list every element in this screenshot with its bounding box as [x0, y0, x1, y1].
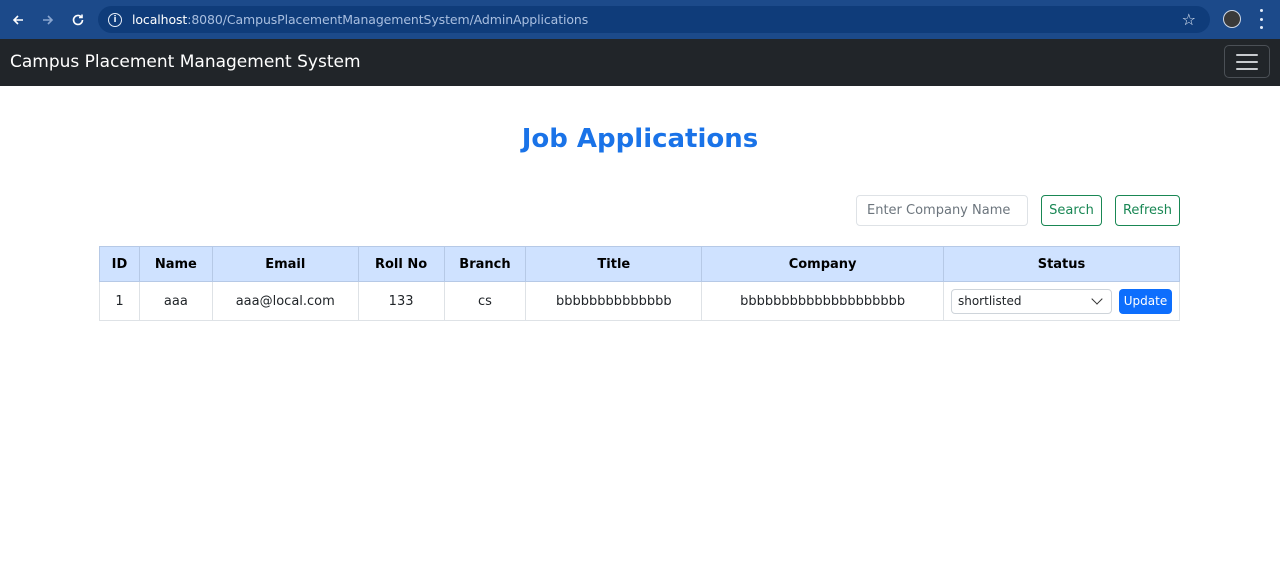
navbar-toggler-icon[interactable]: [1224, 45, 1270, 78]
back-icon[interactable]: [3, 5, 33, 35]
profile-avatar-icon[interactable]: [1223, 10, 1241, 28]
company-search-input[interactable]: [856, 195, 1028, 226]
applications-table: ID Name Email Roll No Branch Title Compa…: [99, 246, 1181, 321]
cell-name: aaa: [138, 281, 213, 321]
cell-id: 1: [99, 281, 140, 321]
page-title: Job Applications: [521, 124, 759, 154]
url-text: localhost:8080/CampusPlacementManagement…: [132, 12, 589, 27]
search-button[interactable]: Search: [1041, 195, 1102, 226]
cell-roll-no: 133: [357, 281, 445, 321]
cell-email: aaa@local.com: [211, 281, 359, 321]
site-info-icon[interactable]: i: [108, 12, 122, 27]
header-id: ID: [99, 246, 140, 282]
cell-title: bbbbbbbbbbbbbb: [525, 281, 703, 321]
reload-icon[interactable]: [63, 5, 93, 35]
cell-company: bbbbbbbbbbbbbbbbbbbb: [701, 281, 944, 321]
table-header-row: ID Name Email Roll No Branch Title Compa…: [99, 246, 1181, 282]
header-name: Name: [138, 246, 213, 282]
header-roll-no: Roll No: [357, 246, 445, 282]
cell-status: shortlisted Update: [942, 281, 1181, 321]
header-company: Company: [701, 246, 944, 282]
app-navbar: Campus Placement Management System: [0, 39, 1280, 86]
bookmark-star-icon[interactable]: ☆: [1182, 10, 1196, 29]
update-button[interactable]: Update: [1118, 288, 1172, 314]
browser-menu-icon[interactable]: [1260, 9, 1264, 29]
table-row: 1 aaa aaa@local.com 133 cs bbbbbbbbbbbbb…: [99, 281, 1181, 321]
address-bar[interactable]: i localhost:8080/CampusPlacementManageme…: [98, 6, 1210, 33]
cell-branch: cs: [443, 281, 527, 321]
browser-toolbar: i localhost:8080/CampusPlacementManageme…: [0, 0, 1280, 39]
header-branch: Branch: [443, 246, 527, 282]
status-select[interactable]: shortlisted: [950, 288, 1112, 314]
header-title: Title: [525, 246, 703, 282]
forward-icon[interactable]: [33, 5, 63, 35]
header-status: Status: [942, 246, 1181, 282]
status-select-value: shortlisted: [957, 294, 1022, 308]
refresh-button[interactable]: Refresh: [1115, 195, 1180, 226]
chevron-down-icon: [1091, 292, 1103, 305]
navbar-brand[interactable]: Campus Placement Management System: [10, 52, 361, 72]
header-email: Email: [211, 246, 359, 282]
